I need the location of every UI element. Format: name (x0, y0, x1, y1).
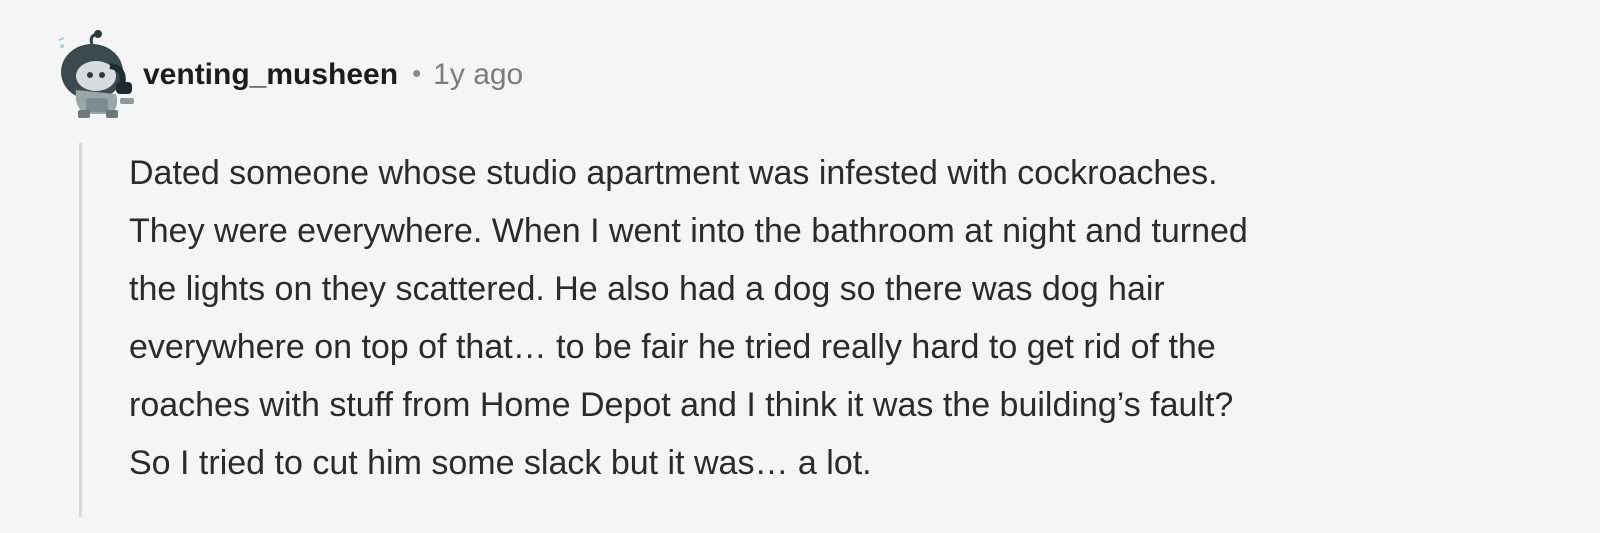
comment-body-line: They were everywhere. When I went into t… (129, 212, 1248, 250)
thread-collapse-line[interactable] (79, 143, 82, 517)
comment: venting_musheen • 1y ago Dated someone w… (0, 0, 1600, 533)
comment-body-line: the lights on they scattered. He also ha… (129, 270, 1165, 308)
comment-header: venting_musheen • 1y ago (143, 58, 523, 92)
comment-body-line: Dated someone whose studio apartment was… (129, 154, 1218, 192)
username-link[interactable]: venting_musheen (143, 58, 398, 92)
comment-body-line: everywhere on top of that… to be fair he… (129, 328, 1216, 366)
meta-separator: • (412, 58, 422, 88)
comment-body-line: So I tried to cut him some slack but it … (129, 444, 872, 482)
timestamp-link[interactable]: 1y ago (433, 58, 523, 92)
comment-body-line: roaches with stuff from Home Depot and I… (129, 386, 1234, 424)
snoo-avatar-icon[interactable] (56, 28, 140, 120)
comment-body: Dated someone whose studio apartment was… (129, 144, 1549, 492)
